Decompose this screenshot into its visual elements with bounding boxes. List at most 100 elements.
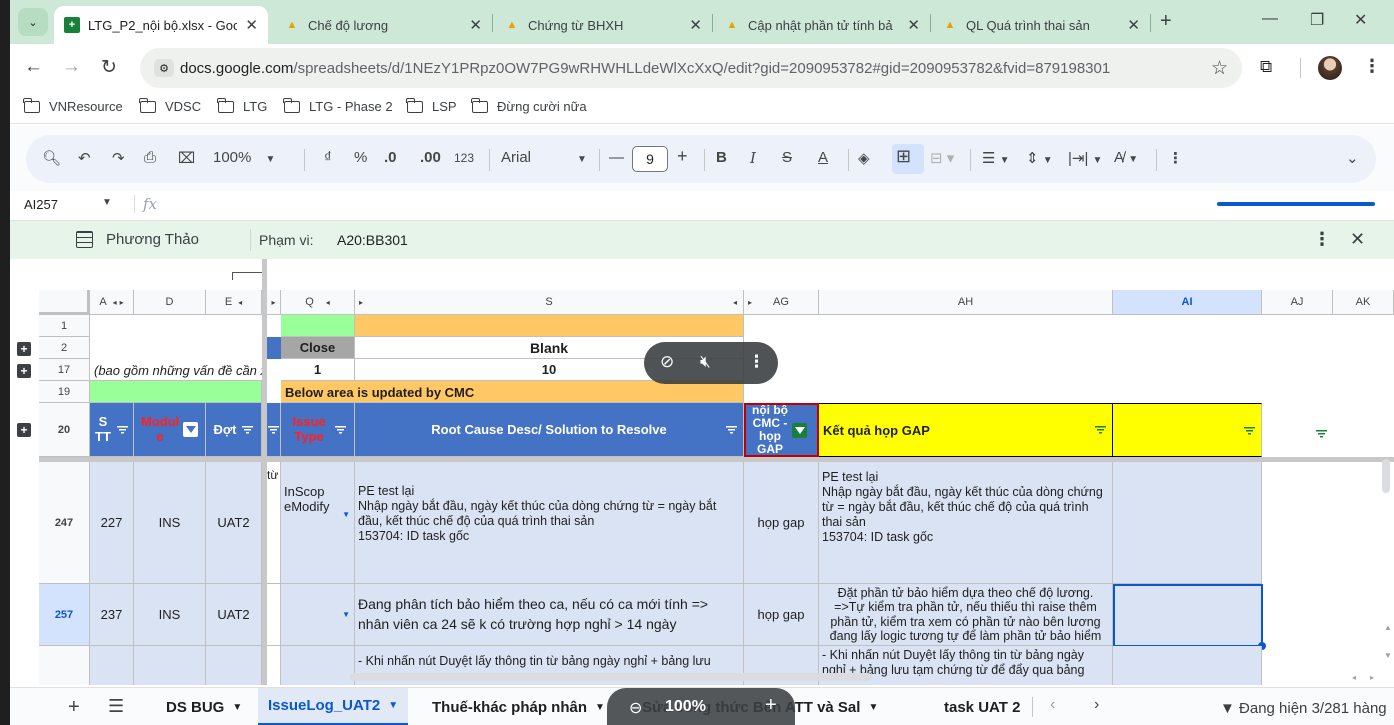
cell-a19[interactable] bbox=[90, 381, 262, 403]
more-options-icon[interactable]: ⋮ bbox=[748, 352, 765, 372]
filter-icon[interactable] bbox=[117, 425, 128, 434]
bookmark-folder[interactable]: VDSC bbox=[139, 97, 201, 114]
close-icon[interactable]: ✕ bbox=[1127, 16, 1140, 34]
caret-down-icon[interactable]: ▼ bbox=[868, 702, 878, 713]
scroll-down-icon[interactable]: ▼ bbox=[1384, 651, 1392, 660]
undo-icon[interactable]: ↶ bbox=[78, 149, 91, 167]
font-select[interactable]: Arial ▼ bbox=[501, 149, 587, 166]
header-dot[interactable]: Đợt bbox=[206, 403, 262, 457]
cell-stt-257[interactable]: 237 bbox=[90, 584, 134, 646]
column-header-e[interactable]: E ◂ bbox=[206, 290, 262, 315]
arrow-right-icon[interactable]: ▸ bbox=[271, 298, 275, 307]
text-wrapping-icon[interactable]: |⇥| ▼ bbox=[1068, 149, 1102, 167]
caret-down-icon[interactable]: ▼ bbox=[102, 197, 112, 208]
zoom-select[interactable]: 100% ▼ bbox=[213, 149, 275, 166]
header-ai[interactable] bbox=[1113, 403, 1262, 457]
filter-icon[interactable] bbox=[1316, 430, 1327, 438]
cell-module-257[interactable]: INS bbox=[134, 584, 206, 646]
filter-view-name[interactable]: Phương Thảo bbox=[106, 231, 199, 248]
cell-root-cause-257[interactable]: Đang phân tích bảo hiểm theo ca, nếu có … bbox=[355, 584, 744, 646]
filter-active-icon[interactable] bbox=[183, 422, 198, 437]
currency-format-button[interactable]: ₫ bbox=[324, 149, 332, 166]
cell-stt-next[interactable] bbox=[90, 646, 134, 685]
arrow-left-icon[interactable]: ◂ bbox=[326, 298, 330, 307]
row-header-19[interactable]: 19 bbox=[39, 381, 90, 403]
header-noibo[interactable]: nội bộ CMC - họp GAP bbox=[744, 403, 819, 457]
restore-icon[interactable]: ❐ bbox=[1310, 10, 1324, 30]
sheet-tab-ds-bug[interactable]: DS BUG ▼ bbox=[156, 688, 252, 725]
arrow-left-icon[interactable]: ◂ bbox=[733, 298, 737, 307]
close-window-icon[interactable]: ✕ bbox=[1354, 10, 1367, 30]
back-icon[interactable]: ← bbox=[24, 56, 43, 78]
row-header-20[interactable]: 20 bbox=[39, 403, 90, 457]
bookmark-folder[interactable]: LSP bbox=[406, 97, 457, 114]
new-tab-button[interactable]: + bbox=[1160, 10, 1172, 33]
close-icon[interactable]: ✕ bbox=[689, 16, 702, 34]
decrease-decimal-button[interactable]: .0 bbox=[384, 149, 397, 166]
minimize-icon[interactable]: — bbox=[1262, 10, 1278, 28]
scroll-right-icon[interactable]: ▸ bbox=[1370, 673, 1374, 682]
column-header-a[interactable]: A ◂ ▸ bbox=[90, 290, 134, 315]
bookmark-folder[interactable]: LTG - Phase 2 bbox=[283, 97, 393, 114]
font-size-input[interactable]: 9 bbox=[632, 146, 668, 172]
bookmark-folder[interactable]: Đừng cười nữa bbox=[471, 97, 587, 114]
cell-q1[interactable] bbox=[281, 315, 355, 337]
filter-icon[interactable] bbox=[335, 425, 346, 434]
arrow-left-icon[interactable]: ◂ bbox=[113, 298, 117, 307]
filter-icon[interactable] bbox=[268, 425, 279, 434]
filter-icon[interactable] bbox=[1244, 427, 1255, 435]
arrow-right-icon[interactable]: ▸ bbox=[359, 298, 363, 307]
sheet-tab-issuelog[interactable]: IssueLog_UAT2 ▼ bbox=[258, 688, 409, 725]
tab-0[interactable]: + LTG_P2_nội bộ.xlsx - Google ✕ bbox=[54, 6, 268, 44]
search-menus-icon[interactable]: 🔍︎ bbox=[42, 149, 61, 167]
vertical-align-icon[interactable]: ⇕ ▼ bbox=[1026, 149, 1053, 167]
add-sheet-button[interactable]: + bbox=[68, 696, 80, 719]
forward-icon[interactable]: → bbox=[62, 56, 81, 78]
scroll-left-icon[interactable]: ◂ bbox=[1352, 673, 1356, 682]
filter-icon[interactable] bbox=[726, 425, 737, 434]
tab-1[interactable]: ▲ Chế độ lương ✕ bbox=[274, 6, 492, 44]
text-rotation-icon[interactable]: A̸ ▼ bbox=[1114, 149, 1138, 166]
close-icon[interactable]: ✕ bbox=[907, 16, 920, 34]
filter-active-icon[interactable] bbox=[792, 422, 807, 438]
tab-search-button[interactable]: ⌄ bbox=[18, 8, 48, 36]
cell-q17[interactable]: 1 bbox=[281, 359, 355, 381]
scroll-tabs-left-icon[interactable]: ‹ bbox=[1050, 696, 1055, 714]
bookmark-star-icon[interactable]: ☆ bbox=[1211, 57, 1228, 80]
caret-down-icon[interactable]: ▼ bbox=[232, 702, 242, 713]
filter-icon[interactable] bbox=[242, 425, 254, 434]
row-header-next[interactable] bbox=[39, 646, 90, 685]
header-hidden-col[interactable] bbox=[267, 403, 281, 457]
cell-a17[interactable]: (bao gồm những vấn đề cần xe bbox=[90, 359, 262, 381]
filter-icon-aj[interactable] bbox=[1310, 426, 1327, 441]
cell-ket-qua-247[interactable]: PE test lại Nhập ngày bắt đầu, ngày kết … bbox=[819, 462, 1113, 584]
cell-s1[interactable] bbox=[355, 315, 744, 337]
decrease-font-size-button[interactable]: — bbox=[609, 149, 624, 166]
expand-group-icon[interactable]: + bbox=[17, 423, 31, 437]
cell-noibo-257[interactable]: họp gap bbox=[744, 584, 819, 646]
horizontal-align-icon[interactable]: ☰ ▼ bbox=[982, 149, 1010, 167]
increase-font-size-button[interactable]: + bbox=[677, 146, 688, 167]
cell-issue-type-247[interactable]: InScopeModify ▼ bbox=[281, 462, 355, 584]
zoom-in-icon[interactable]: + bbox=[765, 694, 777, 717]
all-sheets-menu-icon[interactable]: ☰ bbox=[108, 696, 124, 717]
bold-button[interactable]: B bbox=[716, 149, 727, 166]
cell-dot-257[interactable]: UAT2 bbox=[206, 584, 262, 646]
print-icon[interactable]: ⎙ bbox=[144, 149, 156, 166]
cell-q19[interactable]: Below area is updated by CMC bbox=[281, 381, 744, 403]
cell-q2[interactable]: Close bbox=[281, 337, 355, 359]
paint-format-icon[interactable]: ⌧ bbox=[178, 149, 195, 167]
header-module[interactable]: Modul e bbox=[134, 403, 206, 457]
more-options-icon[interactable]: ⋮ bbox=[1168, 149, 1183, 167]
column-header-ak[interactable]: AK bbox=[1333, 290, 1394, 315]
italic-button[interactable]: I bbox=[750, 149, 756, 167]
row-header-247[interactable]: 247 bbox=[39, 462, 90, 584]
address-bar[interactable]: ⚙ docs.google.com/spreadsheets/d/1NEzY1P… bbox=[140, 48, 1242, 88]
fill-color-icon[interactable]: ◈ bbox=[858, 149, 870, 167]
extensions-icon[interactable]: ⧉ bbox=[1260, 57, 1272, 77]
horizontal-scrollbar-thumb[interactable] bbox=[350, 673, 872, 681]
sheet-tab-task-uat2[interactable]: task UAT 2 bbox=[934, 688, 1030, 725]
borders-icon[interactable]: ⊞ bbox=[896, 146, 911, 167]
header-root-cause[interactable]: Root Cause Desc/ Solution to Resolve bbox=[355, 403, 744, 457]
caret-down-icon[interactable]: ▼ bbox=[595, 702, 605, 713]
